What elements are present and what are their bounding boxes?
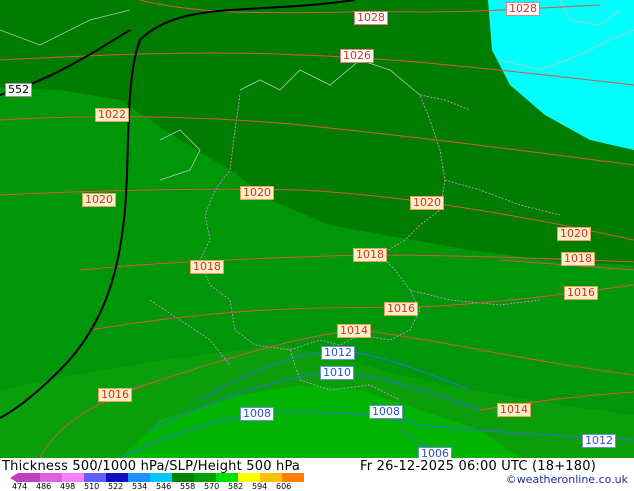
isobar-label-low: 1008 xyxy=(369,405,403,419)
isobar-label-low: 1012 xyxy=(582,434,616,448)
scale-swatch xyxy=(260,473,282,482)
scale-swatch xyxy=(84,473,106,482)
credit-link[interactable]: ©weatheronline.co.uk xyxy=(506,473,628,486)
height-label: 552 xyxy=(5,83,32,97)
scale-swatch xyxy=(282,473,304,482)
isobar-label: 1016 xyxy=(98,388,132,402)
scale-swatch xyxy=(238,473,260,482)
map-footer: Thickness 500/1000 hPa/SLP/Height 500 hP… xyxy=(0,458,634,491)
weather-map: 1028 1028 1026 1022 1020 1020 1020 1020 … xyxy=(0,0,634,458)
scale-swatch xyxy=(172,473,194,482)
scale-swatch xyxy=(150,473,172,482)
isobar-label: 1016 xyxy=(384,302,418,316)
isobar-label: 1020 xyxy=(82,193,116,207)
isobar-label: 1016 xyxy=(564,286,598,300)
isobar-label: 1020 xyxy=(410,196,444,210)
valid-date: Fr 26-12-2025 06:00 UTC (18+180) xyxy=(360,459,596,474)
isobar-label-low: 1012 xyxy=(321,346,355,360)
isobar-label: 1018 xyxy=(561,252,595,266)
isobar-label: 1018 xyxy=(190,260,224,274)
scale-swatch xyxy=(216,473,238,482)
isobar-label-low: 1006 xyxy=(418,447,452,458)
isobar-label: 1022 xyxy=(95,108,129,122)
scale-swatch xyxy=(128,473,150,482)
isobar-label: 1028 xyxy=(354,11,388,25)
scale-swatch xyxy=(194,473,216,482)
scale-swatch xyxy=(40,473,62,482)
isobar-label: 1026 xyxy=(340,49,374,63)
isobar-label: 1020 xyxy=(240,186,274,200)
isobar-label-low: 1010 xyxy=(320,366,354,380)
isobar-label: 1018 xyxy=(353,248,387,262)
isobar-label-low: 1008 xyxy=(240,407,274,421)
map-title: Thickness 500/1000 hPa/SLP/Height 500 hP… xyxy=(2,459,301,474)
scale-swatch xyxy=(62,473,84,482)
isobar-label: 1014 xyxy=(497,403,531,417)
map-canvas xyxy=(0,0,634,458)
scale-swatch xyxy=(106,473,128,482)
scale-swatch xyxy=(18,473,40,482)
isobar-label: 1014 xyxy=(337,324,371,338)
isobar-label: 1020 xyxy=(557,227,591,241)
isobar-label: 1028 xyxy=(506,2,540,16)
